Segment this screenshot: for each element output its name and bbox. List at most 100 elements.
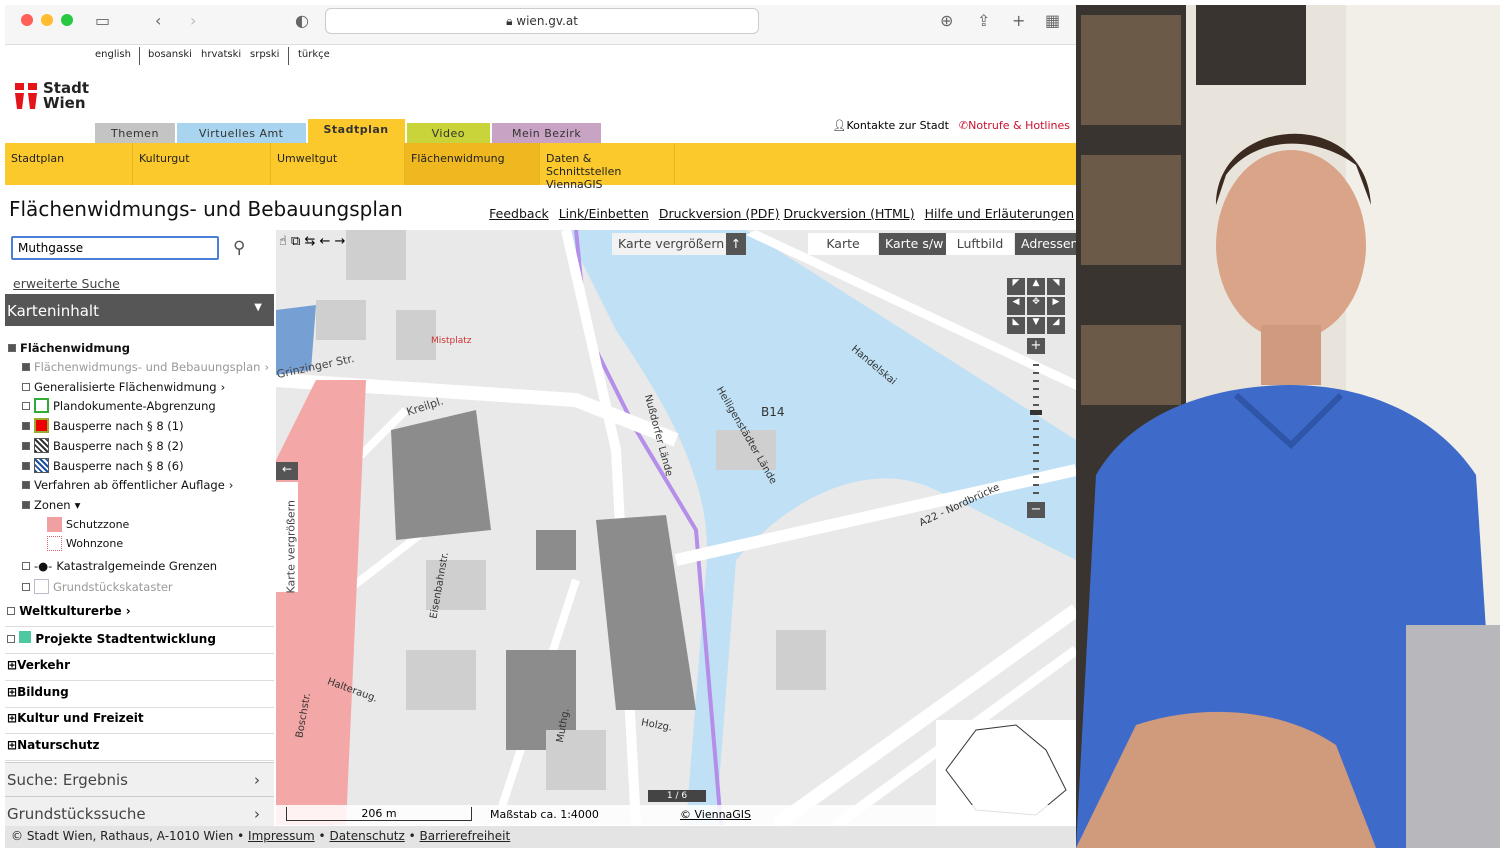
layer-item[interactable]: Grundstückskataster — [22, 579, 173, 594]
pan-nw-icon[interactable]: ◤ — [1007, 278, 1025, 296]
layer-checkbox[interactable] — [22, 363, 30, 371]
group-kultur[interactable]: ⊞Kultur und Freizeit — [5, 707, 274, 734]
layer-adressen[interactable]: Adressen — [1015, 233, 1076, 255]
new-tab-icon[interactable]: + — [1012, 11, 1025, 30]
subtab-flaechenwidmung[interactable]: Flächenwidmung — [405, 143, 540, 185]
layer-checkbox[interactable] — [7, 607, 15, 615]
zoom-slider-handle[interactable] — [1030, 410, 1042, 415]
map-view[interactable]: ☝ ⧉ ⇆ ← → Grinzinger Str. Kreilpl. Mistp… — [276, 230, 1076, 825]
layer-checkbox[interactable] — [22, 582, 30, 591]
map-tools-icon[interactable]: ☝ ⧉ ⇆ ← → — [279, 234, 345, 249]
advanced-search-link[interactable]: erweiterte Suche — [13, 276, 120, 291]
subtab-daten[interactable]: Daten & Schnittstellen ViennaGIS — [540, 143, 675, 191]
viennagis-link[interactable]: © ViennaGIS — [680, 808, 751, 821]
zoom-out-button[interactable]: − — [1027, 502, 1045, 518]
collapse-sidebar-button[interactable]: ← — [276, 462, 298, 480]
subtab-stadtplan[interactable]: Stadtplan — [5, 143, 133, 185]
lang-bosanski[interactable]: bosanski — [148, 49, 192, 60]
expand-icon[interactable]: ⊞ — [7, 711, 17, 725]
center-icon[interactable]: ✥ — [1027, 297, 1045, 315]
layer-item[interactable]: Flächenwidmungs- und Bebauungsplan › — [22, 360, 269, 374]
subtab-umweltgut[interactable]: Umweltgut — [271, 143, 405, 185]
sidebar-icon[interactable]: ▭ — [95, 11, 110, 30]
back-icon[interactable]: ‹ — [155, 11, 161, 30]
address-bar[interactable]: 🔒︎ wien.gv.at — [325, 8, 759, 34]
tab-themen[interactable]: Themen — [95, 123, 175, 145]
layer-checkbox[interactable] — [22, 401, 30, 410]
close-button[interactable] — [21, 14, 33, 26]
pan-right-icon[interactable]: ▶ — [1047, 297, 1065, 315]
zoom-button[interactable] — [61, 14, 73, 26]
map-canvas[interactable] — [276, 230, 1076, 825]
group-weltkulturerbe[interactable]: Weltkulturerbe › — [5, 600, 274, 627]
layer-item[interactable]: Plandokumente-Abgrenzung — [22, 398, 216, 413]
layer-item[interactable]: Generalisierte Flächenwidmung › — [22, 380, 225, 394]
lang-turkce[interactable]: türkçe — [298, 49, 330, 60]
subtab-kulturgut[interactable]: Kulturgut — [133, 143, 271, 185]
pan-control[interactable]: ◤ ▲ ◥ ◀ ✥ ▶ ◣ ▼ ◢ — [1007, 278, 1065, 334]
expand-icon[interactable]: ⊞ — [7, 658, 17, 672]
tab-virtuelles-amt[interactable]: Virtuelles Amt — [176, 123, 306, 145]
layer-item[interactable]: -●- Katastralgemeinde Grenzen — [22, 559, 217, 573]
collapse-icon[interactable] — [8, 344, 16, 352]
barrierefreiheit-link[interactable]: Barrierefreiheit — [420, 829, 511, 843]
layer-checkbox[interactable] — [22, 421, 30, 430]
parcel-search-accordion[interactable]: Grundstückssuche › — [5, 796, 274, 830]
layer-item[interactable]: Zonen ▾ — [22, 498, 80, 512]
forward-icon[interactable]: › — [190, 11, 196, 30]
layer-item[interactable]: Verfahren ab öffentlicher Auflage › — [22, 478, 233, 492]
layer-luftbild[interactable]: Luftbild — [946, 233, 1014, 255]
pan-se-icon[interactable]: ◢ — [1047, 316, 1065, 334]
group-bildung[interactable]: ⊞Bildung — [5, 681, 274, 708]
enlarge-map-button[interactable]: Karte vergrößern — [612, 233, 731, 255]
layer-checkbox[interactable] — [22, 383, 30, 391]
layer-item[interactable]: Bausperre nach § 8 (2) — [22, 438, 184, 453]
layer-item[interactable]: Bausperre nach § 8 (6) — [22, 458, 184, 473]
expand-icon[interactable]: ⊞ — [7, 738, 17, 752]
datenschutz-link[interactable]: Datenschutz — [329, 829, 404, 843]
group-verkehr[interactable]: ⊞Verkehr — [5, 654, 274, 681]
lang-hrvatski[interactable]: hrvatski — [201, 49, 241, 60]
layer-checkbox[interactable] — [7, 635, 15, 643]
help-link[interactable]: Hilfe und Erläuterungen — [925, 206, 1074, 221]
arrow-up-icon[interactable]: ↑ — [726, 233, 746, 255]
expand-icon[interactable]: ⊞ — [7, 685, 17, 699]
search-results-accordion[interactable]: Suche: Ergebnis › — [5, 762, 274, 796]
group-naturschutz[interactable]: ⊞Naturschutz — [5, 734, 274, 761]
search-icon[interactable]: ⚲ — [233, 238, 245, 258]
contacts-link[interactable]: 👤︎Kontakte zur Stadt — [832, 119, 948, 132]
group-projekte[interactable]: Projekte Stadtentwicklung — [5, 627, 274, 654]
stadt-wien-logo[interactable]: Stadt Wien — [15, 81, 89, 111]
layer-karte[interactable]: Karte — [808, 233, 878, 255]
emergency-link[interactable]: ✆Notrufe & Hotlines — [959, 119, 1070, 132]
tab-stadtplan[interactable]: Stadtplan — [307, 119, 405, 145]
tab-mein-bezirk[interactable]: Mein Bezirk — [491, 123, 602, 145]
zoom-slider[interactable] — [1033, 364, 1039, 494]
layer-checkbox[interactable] — [22, 441, 30, 450]
share-icon[interactable]: ⇪ — [977, 11, 990, 30]
layer-group-flaechenwidmung[interactable]: Flächenwidmung — [8, 341, 130, 355]
tab-video[interactable]: Video — [406, 123, 490, 145]
feedback-link[interactable]: Feedback — [489, 206, 549, 221]
layer-item[interactable]: Bausperre nach § 8 (1) — [22, 418, 184, 433]
minimize-button[interactable] — [41, 14, 53, 26]
layer-checkbox[interactable] — [22, 562, 30, 570]
impressum-link[interactable]: Impressum — [248, 829, 315, 843]
pan-down-icon[interactable]: ▼ — [1027, 316, 1045, 334]
lang-english[interactable]: english — [95, 49, 131, 60]
tab-overview-icon[interactable]: ▦ — [1045, 11, 1060, 30]
layer-karte-sw[interactable]: Karte s/w — [879, 233, 950, 255]
print-html-link[interactable]: Druckversion (HTML) — [784, 206, 915, 221]
print-pdf-link[interactable]: Druckversion (PDF) — [659, 206, 780, 221]
pan-ne-icon[interactable]: ◥ — [1047, 278, 1065, 296]
lang-srpski[interactable]: srpski — [250, 49, 279, 60]
pan-up-icon[interactable]: ▲ — [1027, 278, 1045, 296]
layer-checkbox[interactable] — [22, 461, 30, 470]
layer-checkbox[interactable] — [22, 481, 30, 489]
layer-checkbox[interactable] — [22, 501, 30, 509]
download-icon[interactable]: ⊕ — [940, 11, 953, 30]
side-enlarge-map-button[interactable]: Karte vergrößern — [276, 482, 298, 594]
search-input[interactable]: Muthgasse — [11, 236, 219, 260]
pan-left-icon[interactable]: ◀ — [1007, 297, 1025, 315]
zoom-in-button[interactable]: + — [1027, 338, 1045, 354]
